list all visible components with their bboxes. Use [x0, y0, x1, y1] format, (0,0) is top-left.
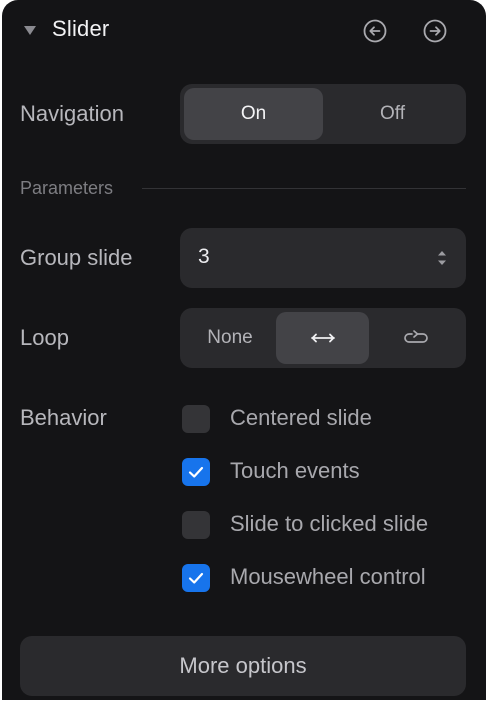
mousewheel-control-label: Mousewheel control [230, 564, 426, 589]
touch-events-label: Touch events [230, 458, 360, 483]
panel-header: Slider [2, 0, 486, 60]
mousewheel-control-checkbox[interactable] [182, 564, 210, 592]
slide-to-clicked-label: Slide to clicked slide [230, 511, 429, 536]
bounce-arrows-icon [310, 333, 335, 343]
slide-to-clicked-option[interactable]: Slide to clicked slide [182, 511, 472, 541]
touch-events-option[interactable]: Touch events [182, 458, 472, 488]
loop-label: Loop [20, 325, 69, 350]
loop-bounce-option[interactable] [276, 312, 369, 364]
group-slide-label: Group slide [20, 245, 133, 270]
centered-slide-checkbox[interactable] [182, 405, 210, 433]
loop-toggle: None [180, 308, 466, 368]
navigation-toggle: On Off [180, 84, 466, 144]
group-slide-stepper[interactable]: 3 [180, 228, 466, 288]
parameters-section-header: Parameters [20, 178, 466, 202]
group-slide-value[interactable]: 3 [198, 245, 210, 269]
slider-settings-panel: Slider Navigation On Off Parameters Grou… [2, 0, 486, 700]
centered-slide-option[interactable]: Centered slide [182, 405, 472, 435]
section-divider [142, 188, 466, 189]
navigation-on-option[interactable]: On [184, 88, 323, 140]
next-button[interactable] [422, 18, 448, 44]
behavior-label: Behavior [20, 405, 107, 430]
up-down-arrows-icon[interactable] [436, 248, 448, 268]
prev-button[interactable] [362, 18, 388, 44]
parameters-label: Parameters [20, 178, 114, 198]
loop-arrow-icon [403, 330, 428, 343]
mousewheel-control-option[interactable]: Mousewheel control [182, 564, 472, 594]
navigation-off-option[interactable]: Off [323, 88, 462, 140]
arrow-left-circle-icon [363, 19, 387, 43]
navigation-label: Navigation [20, 101, 124, 126]
loop-continuous-option[interactable] [369, 312, 462, 364]
checkmark-icon [188, 572, 204, 584]
touch-events-checkbox[interactable] [182, 458, 210, 486]
caret-down-icon[interactable] [24, 26, 36, 35]
panel-title: Slider [52, 16, 110, 41]
more-options-button[interactable]: More options [20, 636, 466, 696]
slide-to-clicked-checkbox[interactable] [182, 511, 210, 539]
centered-slide-label: Centered slide [230, 405, 372, 430]
loop-none-option[interactable]: None [184, 312, 276, 364]
checkmark-icon [188, 466, 204, 478]
arrow-right-circle-icon [423, 19, 447, 43]
